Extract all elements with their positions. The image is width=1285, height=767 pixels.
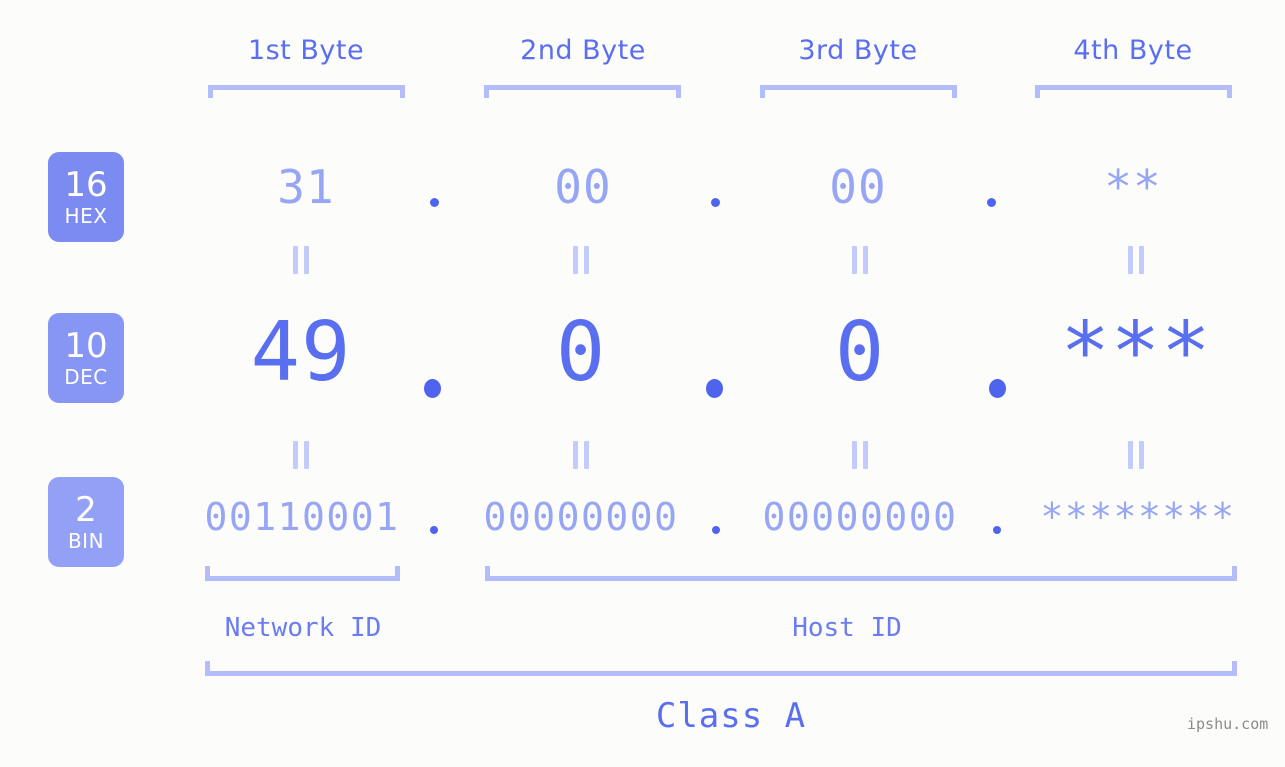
dec-byte-2-value: 0 bbox=[555, 305, 607, 400]
equals-connector-icon bbox=[571, 246, 591, 274]
hex-separator-dot-1 bbox=[430, 198, 439, 207]
dec-byte-3-value: 0 bbox=[834, 305, 886, 400]
equals-connector-icon bbox=[1126, 441, 1146, 469]
bin-byte-2-value: 00000000 bbox=[483, 495, 679, 539]
bin-separator-dot-2 bbox=[712, 526, 720, 534]
bin-byte-4-value: ******** bbox=[1040, 495, 1236, 539]
base-badge-hex: 16 HEX bbox=[48, 152, 124, 242]
equals-connector-icon bbox=[850, 246, 870, 274]
equals-connector-icon bbox=[1126, 246, 1146, 274]
network-id-bracket bbox=[205, 566, 400, 581]
hex-byte-3-value: 00 bbox=[829, 160, 887, 214]
base-badge-bin-number: 2 bbox=[75, 490, 97, 530]
hex-byte-1-value: 31 bbox=[277, 160, 335, 214]
base-badge-dec-label: DEC bbox=[64, 365, 108, 389]
byte-header-1: 1st Byte bbox=[247, 35, 365, 66]
hex-separator-dot-2 bbox=[711, 198, 720, 207]
dec-byte-4-value: *** bbox=[1060, 305, 1212, 400]
equals-connector-icon bbox=[850, 441, 870, 469]
byte-bracket-2 bbox=[484, 85, 681, 98]
bin-separator-dot-3 bbox=[993, 526, 1001, 534]
hex-byte-4-value: ** bbox=[1104, 160, 1162, 214]
byte-header-4: 4th Byte bbox=[1073, 35, 1193, 66]
base-badge-dec-number: 10 bbox=[64, 326, 108, 366]
ip-address-breakdown-diagram: 1st Byte 2nd Byte 3rd Byte 4th Byte 16 H… bbox=[0, 0, 1285, 767]
dec-separator-dot-3 bbox=[989, 379, 1006, 398]
byte-bracket-4 bbox=[1035, 85, 1232, 98]
class-label: Class A bbox=[655, 696, 807, 736]
byte-bracket-1 bbox=[208, 85, 405, 98]
base-badge-bin-label: BIN bbox=[67, 529, 105, 553]
host-id-bracket bbox=[485, 566, 1237, 581]
host-id-label: Host ID bbox=[792, 613, 902, 643]
bin-byte-3-value: 00000000 bbox=[762, 495, 958, 539]
dec-separator-dot-1 bbox=[424, 379, 441, 398]
equals-connector-icon bbox=[291, 246, 311, 274]
network-id-label: Network ID bbox=[224, 613, 382, 643]
watermark: ipshu.com bbox=[1187, 715, 1269, 733]
byte-header-2: 2nd Byte bbox=[520, 35, 646, 66]
equals-connector-icon bbox=[571, 441, 591, 469]
equals-connector-icon bbox=[291, 441, 311, 469]
class-bracket bbox=[205, 661, 1237, 676]
base-badge-bin: 2 BIN bbox=[48, 477, 124, 567]
byte-bracket-3 bbox=[760, 85, 957, 98]
dec-separator-dot-2 bbox=[706, 379, 723, 398]
base-badge-hex-label: HEX bbox=[64, 204, 108, 228]
bin-separator-dot-1 bbox=[430, 526, 438, 534]
byte-header-3: 3rd Byte bbox=[798, 35, 918, 66]
hex-byte-2-value: 00 bbox=[554, 160, 612, 214]
base-badge-hex-number: 16 bbox=[64, 165, 108, 205]
hex-separator-dot-3 bbox=[987, 198, 996, 207]
bin-byte-1-value: 00110001 bbox=[204, 495, 400, 539]
base-badge-dec: 10 DEC bbox=[48, 313, 124, 403]
dec-byte-1-value: 49 bbox=[250, 305, 352, 400]
